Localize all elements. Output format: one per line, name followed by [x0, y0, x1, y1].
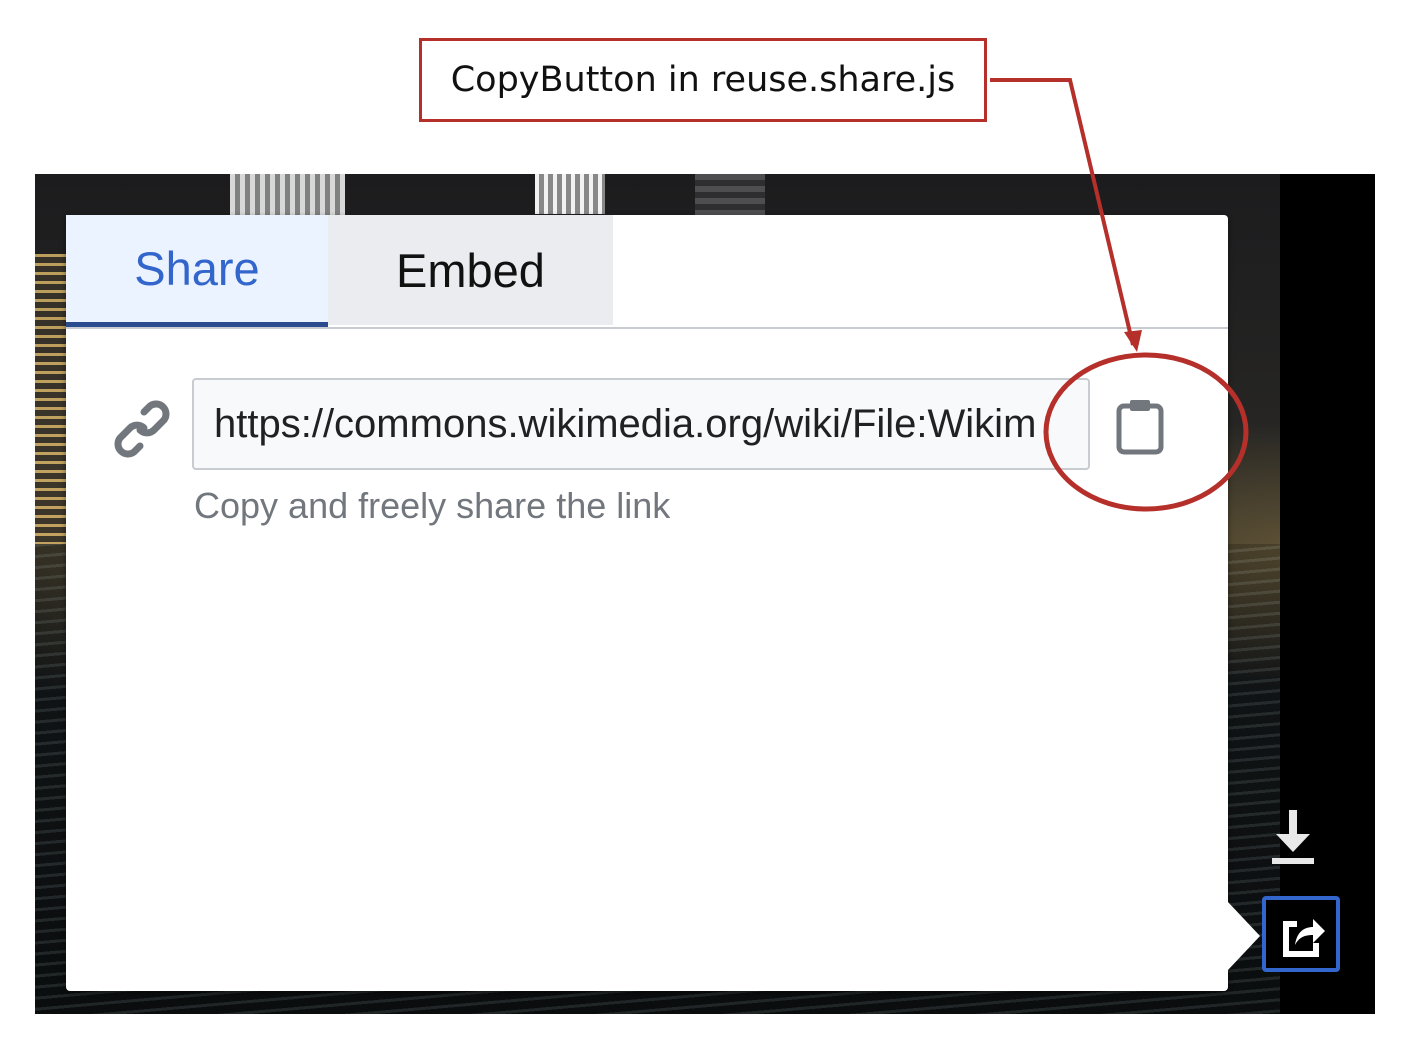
tab-bar: Share Embed: [66, 215, 1228, 329]
tab-embed[interactable]: Embed: [328, 215, 613, 325]
annotation-callout: CopyButton in reuse.share.js: [419, 38, 987, 122]
tab-share[interactable]: Share: [66, 215, 328, 327]
building: [230, 174, 345, 216]
copy-button[interactable]: [1106, 391, 1174, 463]
share-icon-button[interactable]: [1262, 896, 1340, 972]
share-icon: [1283, 919, 1325, 957]
building: [695, 174, 765, 216]
download-icon[interactable]: [1268, 808, 1318, 866]
building: [35, 254, 66, 544]
share-hint: Copy and freely share the link: [194, 485, 671, 526]
side-strip: [1280, 174, 1375, 1014]
share-url-input[interactable]: [192, 378, 1090, 470]
annotation-label: CopyButton in reuse.share.js: [450, 60, 956, 100]
building: [535, 174, 605, 214]
link-icon: [114, 398, 170, 460]
clipboard-icon: [1116, 400, 1164, 455]
panel-pointer: [1228, 902, 1260, 970]
share-panel: Share Embed Copy and freely share the li…: [66, 215, 1228, 991]
